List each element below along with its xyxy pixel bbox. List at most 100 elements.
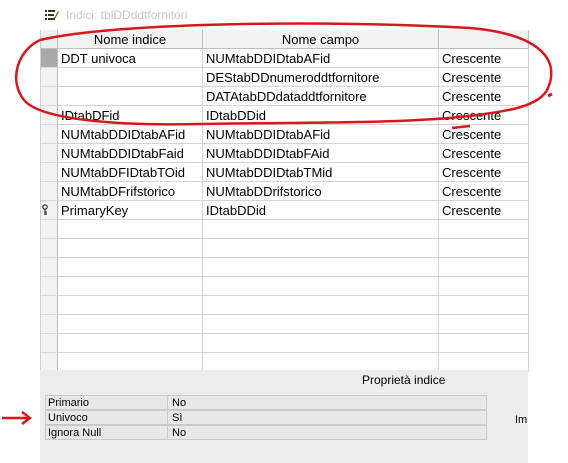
property-label: Ignora Null bbox=[48, 427, 102, 439]
row-selector[interactable] bbox=[41, 296, 58, 315]
cell-index-name[interactable]: NUMtabDFrifstorico bbox=[58, 182, 203, 201]
cell-field-name[interactable]: IDtabDDid bbox=[203, 106, 439, 125]
property-ignore-null[interactable]: Ignora Null No bbox=[45, 425, 487, 440]
cell-index-name[interactable]: IDtabDFid bbox=[58, 106, 203, 125]
row-selector[interactable] bbox=[41, 125, 58, 144]
cell-field-name[interactable] bbox=[203, 258, 439, 277]
row-selector[interactable] bbox=[41, 258, 58, 277]
row-selector[interactable] bbox=[41, 68, 58, 87]
table-row[interactable] bbox=[41, 315, 529, 334]
cell-index-name[interactable] bbox=[58, 220, 203, 239]
primary-key-icon bbox=[42, 204, 48, 215]
cell-field-name[interactable]: DATAtabDDdataddtfornitore bbox=[203, 87, 439, 106]
cell-sort-order[interactable]: Crescente bbox=[439, 49, 529, 68]
cell-field-name[interactable] bbox=[203, 296, 439, 315]
table-row[interactable] bbox=[41, 334, 529, 353]
table-row[interactable]: NUMtabDFIDtabTOid NUMtabDDIDtabTMid Cresce… bbox=[41, 163, 529, 182]
cell-index-name[interactable] bbox=[58, 239, 203, 258]
table-row[interactable] bbox=[41, 220, 529, 239]
cell-index-name[interactable]: DDT univoca bbox=[58, 49, 203, 68]
row-selector[interactable] bbox=[41, 163, 58, 182]
property-primary[interactable]: Primario No bbox=[45, 395, 487, 410]
cell-field-name[interactable] bbox=[203, 239, 439, 258]
table-row[interactable]: NUMtabDDIDtabAFid NUMtabDDIDtabAFid Cresce… bbox=[41, 125, 529, 144]
properties-title: Proprietà indice bbox=[362, 373, 446, 387]
cell-index-name[interactable] bbox=[58, 315, 203, 334]
table-row[interactable]: DATAtabDDdataddtfornitore Crescente bbox=[41, 87, 529, 106]
cell-index-name[interactable] bbox=[58, 68, 203, 87]
cell-field-name[interactable]: NUMtabDDIDtabFAid bbox=[203, 144, 439, 163]
cell-sort-order[interactable] bbox=[439, 334, 529, 353]
cell-index-name[interactable]: NUMtabDDIDtabAFid bbox=[58, 125, 203, 144]
cell-field-name[interactable]: NUMtabDDIDtabTMid bbox=[203, 163, 439, 182]
cell-sort-order[interactable]: Crescente bbox=[439, 106, 529, 125]
cell-index-name[interactable]: NUMtabDFIDtabTOid bbox=[58, 163, 203, 182]
property-label: Univoco bbox=[48, 412, 88, 424]
cell-sort-order[interactable]: Crescente bbox=[439, 68, 529, 87]
table-row[interactable]: DEStabDDnumeroddtfornitore Crescente bbox=[41, 68, 529, 87]
cell-index-name[interactable] bbox=[58, 87, 203, 106]
cell-field-name[interactable]: NUMtabDDrifstorico bbox=[203, 182, 439, 201]
cell-field-name[interactable] bbox=[203, 220, 439, 239]
table-row[interactable] bbox=[41, 277, 529, 296]
cell-sort-order[interactable]: Crescente bbox=[439, 163, 529, 182]
cell-sort-order[interactable] bbox=[439, 277, 529, 296]
property-value-primary[interactable]: No bbox=[167, 396, 487, 409]
cell-index-name[interactable]: NUMtabDDIDtabFaid bbox=[58, 144, 203, 163]
window-title: Indici: tblDDddtfornitori bbox=[66, 8, 188, 22]
table-row[interactable] bbox=[41, 296, 529, 315]
property-value-unique[interactable]: Sì bbox=[167, 411, 487, 424]
table-row[interactable] bbox=[41, 258, 529, 277]
column-header-field-name[interactable]: Nome campo bbox=[203, 30, 439, 49]
table-row[interactable] bbox=[41, 239, 529, 258]
column-header-index-name[interactable]: Nome indice bbox=[58, 30, 203, 49]
cell-index-name[interactable] bbox=[58, 334, 203, 353]
cell-field-name[interactable] bbox=[203, 334, 439, 353]
row-selector[interactable] bbox=[41, 49, 58, 68]
table-row[interactable]: PrimaryKey IDtabDDid Crescente bbox=[41, 201, 529, 220]
row-selector[interactable] bbox=[41, 106, 58, 125]
cell-sort-order[interactable] bbox=[439, 315, 529, 334]
cell-index-name[interactable]: PrimaryKey bbox=[58, 201, 203, 220]
property-unique[interactable]: Univoco Sì bbox=[45, 410, 487, 425]
row-selector[interactable] bbox=[41, 239, 58, 258]
cell-index-name[interactable] bbox=[58, 296, 203, 315]
row-selector[interactable] bbox=[41, 87, 58, 106]
cell-sort-order[interactable]: Crescente bbox=[439, 125, 529, 144]
cell-field-name[interactable] bbox=[203, 315, 439, 334]
index-properties-panel: Proprietà indice Primario No Univoco Sì … bbox=[40, 370, 528, 463]
row-selector[interactable] bbox=[41, 220, 58, 239]
cell-field-name[interactable] bbox=[203, 277, 439, 296]
row-selector[interactable] bbox=[41, 315, 58, 334]
cell-sort-order[interactable] bbox=[439, 296, 529, 315]
row-selector[interactable] bbox=[41, 201, 58, 220]
cell-index-name[interactable] bbox=[58, 277, 203, 296]
index-grid: Nome indice Nome campo DDT univoca NUMtab… bbox=[40, 30, 529, 372]
row-selector[interactable] bbox=[41, 277, 58, 296]
cell-sort-order[interactable]: Crescente bbox=[439, 201, 529, 220]
property-label: Primario bbox=[48, 397, 89, 409]
indexes-icon bbox=[45, 10, 59, 20]
cell-sort-order[interactable]: Crescente bbox=[439, 87, 529, 106]
cell-index-name[interactable] bbox=[58, 258, 203, 277]
cell-field-name[interactable]: NUMtabDDIDtabAFid bbox=[203, 125, 439, 144]
cell-sort-order[interactable] bbox=[439, 220, 529, 239]
table-row[interactable]: DDT univoca NUMtabDDIDtabAFid Crescente bbox=[41, 49, 529, 68]
table-row[interactable]: IDtabDFid IDtabDDid Crescente bbox=[41, 106, 529, 125]
cell-sort-order[interactable]: Crescente bbox=[439, 182, 529, 201]
table-row[interactable]: NUMtabDFrifstorico NUMtabDDrifstorico Cres… bbox=[41, 182, 529, 201]
row-selector[interactable] bbox=[41, 144, 58, 163]
column-header-sort-order[interactable] bbox=[439, 30, 529, 49]
cell-sort-order[interactable] bbox=[439, 239, 529, 258]
red-tick-annotation-2 bbox=[547, 92, 553, 98]
cell-sort-order[interactable]: Crescente bbox=[439, 144, 529, 163]
row-selector[interactable] bbox=[41, 182, 58, 201]
cell-sort-order[interactable] bbox=[439, 258, 529, 277]
cell-field-name[interactable]: NUMtabDDIDtabAFid bbox=[203, 49, 439, 68]
select-all-corner[interactable] bbox=[41, 30, 58, 49]
cell-field-name[interactable]: IDtabDDid bbox=[203, 201, 439, 220]
cell-field-name[interactable]: DEStabDDnumeroddtfornitore bbox=[203, 68, 439, 87]
table-row[interactable]: NUMtabDDIDtabFaid NUMtabDDIDtabFAid Cresce… bbox=[41, 144, 529, 163]
property-value-ignore-null[interactable]: No bbox=[167, 426, 487, 439]
row-selector[interactable] bbox=[41, 334, 58, 353]
